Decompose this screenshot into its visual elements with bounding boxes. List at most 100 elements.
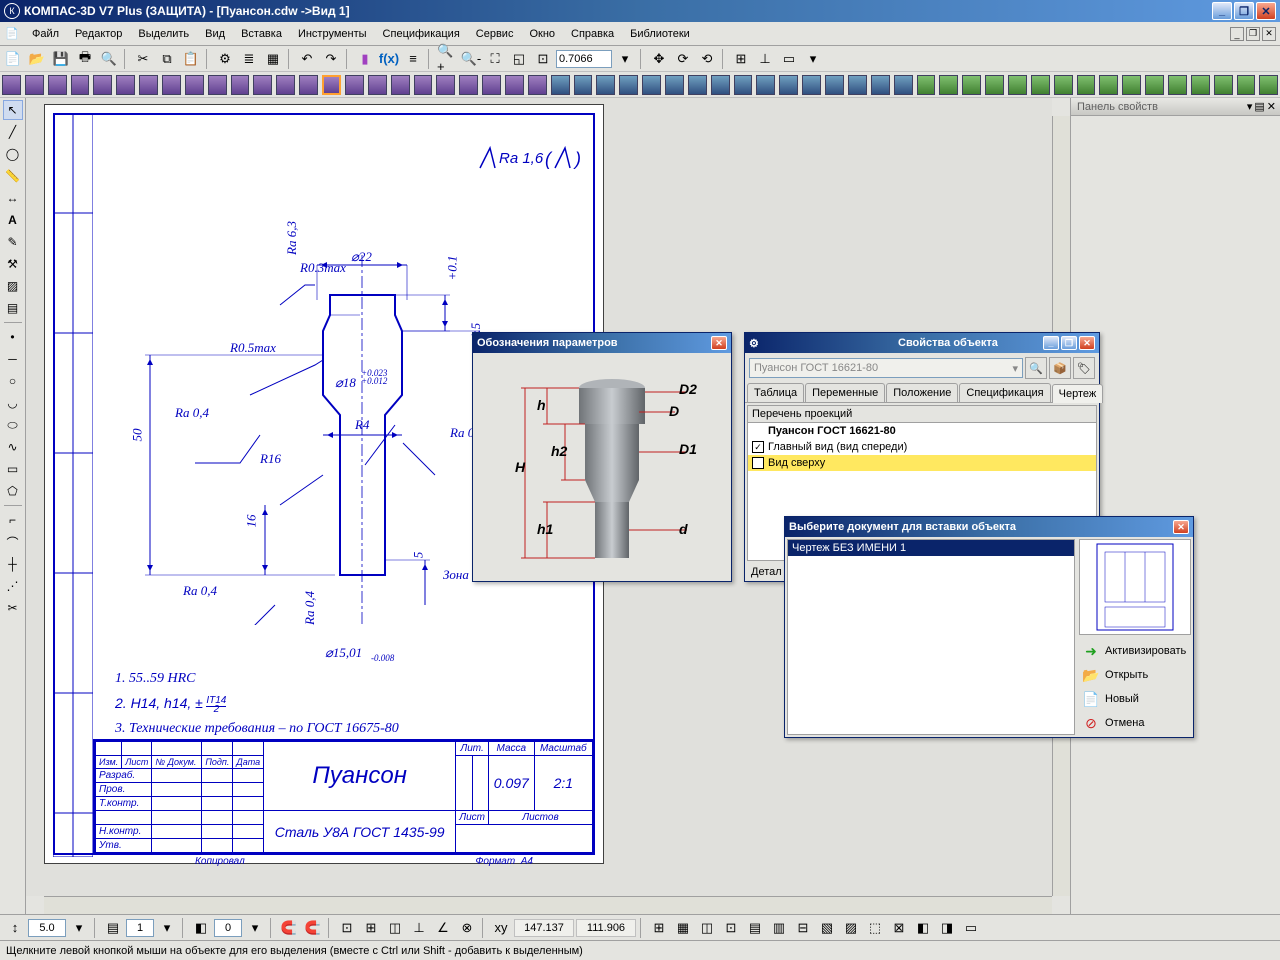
redo-icon[interactable]: ↷ xyxy=(320,48,342,70)
sn6-icon[interactable]: ⊗ xyxy=(456,917,478,939)
layer-icon[interactable]: ≣ xyxy=(238,48,260,70)
menu-6[interactable]: Спецификация xyxy=(375,25,468,43)
menu-10[interactable]: Библиотеки xyxy=(622,25,698,43)
lib-btn-21[interactable] xyxy=(482,75,501,95)
lib-btn-2[interactable] xyxy=(48,75,67,95)
dd5-icon[interactable]: ▾ xyxy=(244,917,266,939)
param-icon[interactable]: ⚒ xyxy=(3,254,23,274)
cut-icon[interactable]: ✂ xyxy=(132,48,154,70)
line-icon[interactable]: ╱ xyxy=(3,122,23,142)
lib-btn-38[interactable] xyxy=(871,75,890,95)
props-tab-0[interactable]: Таблица xyxy=(747,383,804,402)
sn4-icon[interactable]: ⊥ xyxy=(408,917,430,939)
spec-icon[interactable]: ▤ xyxy=(3,298,23,318)
ellipse-icon[interactable]: ⬭ xyxy=(3,415,23,435)
trim-icon[interactable]: ✂ xyxy=(3,598,23,618)
props-row-1[interactable]: ✓Главный вид (вид спереди) xyxy=(748,439,1096,455)
bottom-btn-8[interactable]: ▨ xyxy=(840,917,862,939)
axis-icon[interactable]: ┼ xyxy=(3,554,23,574)
lib-btn-40[interactable] xyxy=(917,75,936,95)
menu-3[interactable]: Вид xyxy=(197,25,233,43)
bottom-btn-10[interactable]: ⊠ xyxy=(888,917,910,939)
lib-btn-44[interactable] xyxy=(1008,75,1027,95)
xy-icon[interactable]: xy xyxy=(490,917,512,939)
poly-icon[interactable]: ⬠ xyxy=(3,481,23,501)
lib-btn-34[interactable] xyxy=(779,75,798,95)
aux-icon[interactable]: ⋰ xyxy=(3,576,23,596)
lib-btn-13[interactable] xyxy=(299,75,318,95)
magnet-off-icon[interactable]: 🧲 xyxy=(302,917,324,939)
lib-btn-46[interactable] xyxy=(1054,75,1073,95)
lib-btn-53[interactable] xyxy=(1214,75,1233,95)
lib-btn-11[interactable] xyxy=(253,75,272,95)
lib-btn-10[interactable] xyxy=(231,75,250,95)
step-icon[interactable]: ↕ xyxy=(4,917,26,939)
menu-8[interactable]: Окно xyxy=(521,25,563,43)
sn1-icon[interactable]: ⊡ xyxy=(336,917,358,939)
zoom-input[interactable] xyxy=(556,50,612,68)
lib-btn-18[interactable] xyxy=(414,75,433,95)
lib-btn-41[interactable] xyxy=(939,75,958,95)
minimize-button[interactable]: _ xyxy=(1212,2,1232,20)
lib-btn-33[interactable] xyxy=(756,75,775,95)
bottom-btn-5[interactable]: ▥ xyxy=(768,917,790,939)
zoom-dd-icon[interactable]: ▾ xyxy=(614,48,636,70)
lib-btn-4[interactable] xyxy=(93,75,112,95)
dialog-insert-document[interactable]: Выберите документ для вставки объекта ✕ … xyxy=(784,516,1194,738)
lib-btn-27[interactable] xyxy=(619,75,638,95)
lib-btn-15[interactable] xyxy=(345,75,364,95)
lib-btn-26[interactable] xyxy=(596,75,615,95)
lib-btn-37[interactable] xyxy=(848,75,867,95)
lib-btn-12[interactable] xyxy=(276,75,295,95)
pan-icon[interactable]: ✥ xyxy=(648,48,670,70)
lib-btn-24[interactable] xyxy=(551,75,570,95)
var-icon[interactable]: ≡ xyxy=(402,48,424,70)
step-input[interactable] xyxy=(28,919,66,937)
props-row-2[interactable]: Вид сверху xyxy=(748,455,1096,471)
lib-btn-17[interactable] xyxy=(391,75,410,95)
props-tag-icon[interactable]: 🏷 xyxy=(1073,357,1095,379)
zoom-win-icon[interactable]: ⛶ xyxy=(484,48,506,70)
lib-btn-47[interactable] xyxy=(1077,75,1096,95)
props-row-0[interactable]: Пуансон ГОСТ 16621-80 xyxy=(748,423,1096,439)
select-icon[interactable]: ↖ xyxy=(3,100,23,120)
lib-btn-30[interactable] xyxy=(688,75,707,95)
dlg-params-close-icon[interactable]: ✕ xyxy=(711,336,727,350)
lib-btn-6[interactable] xyxy=(139,75,158,95)
rotate-icon[interactable]: ⟳ xyxy=(672,48,694,70)
ortho-icon[interactable]: ⊥ xyxy=(754,48,776,70)
props-apply-icon[interactable]: 📦 xyxy=(1049,357,1071,379)
arc-icon[interactable]: ◡ xyxy=(3,393,23,413)
dd3-icon[interactable]: ▾ xyxy=(68,917,90,939)
zoom-fit-icon[interactable]: ◱ xyxy=(508,48,530,70)
preview-icon[interactable]: 🔍 xyxy=(98,48,120,70)
sn3-icon[interactable]: ◫ xyxy=(384,917,406,939)
props-pin-icon[interactable]: ▾ xyxy=(1247,100,1253,113)
view-input[interactable] xyxy=(214,919,242,937)
lib-btn-22[interactable] xyxy=(505,75,524,95)
lib-btn-39[interactable] xyxy=(894,75,913,95)
bottom-btn-3[interactable]: ⊡ xyxy=(720,917,742,939)
bottom-btn-2[interactable]: ◫ xyxy=(696,917,718,939)
bottom-btn-7[interactable]: ▧ xyxy=(816,917,838,939)
props-opts-icon[interactable]: ▤ xyxy=(1254,100,1264,113)
bottom-btn-11[interactable]: ◧ xyxy=(912,917,934,939)
save-icon[interactable]: 💾 xyxy=(50,48,72,70)
props-tab-2[interactable]: Положение xyxy=(886,383,958,402)
props-tab-1[interactable]: Переменные xyxy=(805,383,885,402)
lib-btn-55[interactable] xyxy=(1259,75,1278,95)
layer-input[interactable] xyxy=(126,919,154,937)
dd2-icon[interactable]: ▾ xyxy=(802,48,824,70)
bottom-btn-1[interactable]: ▦ xyxy=(672,917,694,939)
props-close-icon[interactable]: ✕ xyxy=(1267,100,1276,113)
magnet-on-icon[interactable]: 🧲 xyxy=(278,917,300,939)
bottom-btn-0[interactable]: ⊞ xyxy=(648,917,670,939)
spline-icon[interactable]: ∿ xyxy=(3,437,23,457)
print-icon[interactable]: 🖶 xyxy=(74,48,96,70)
menu-0[interactable]: Файл xyxy=(24,25,67,43)
close-button[interactable]: ✕ xyxy=(1256,2,1276,20)
lib-btn-16[interactable] xyxy=(368,75,387,95)
menu-1[interactable]: Редактор xyxy=(67,25,130,43)
lib-btn-45[interactable] xyxy=(1031,75,1050,95)
dd4-icon[interactable]: ▾ xyxy=(156,917,178,939)
